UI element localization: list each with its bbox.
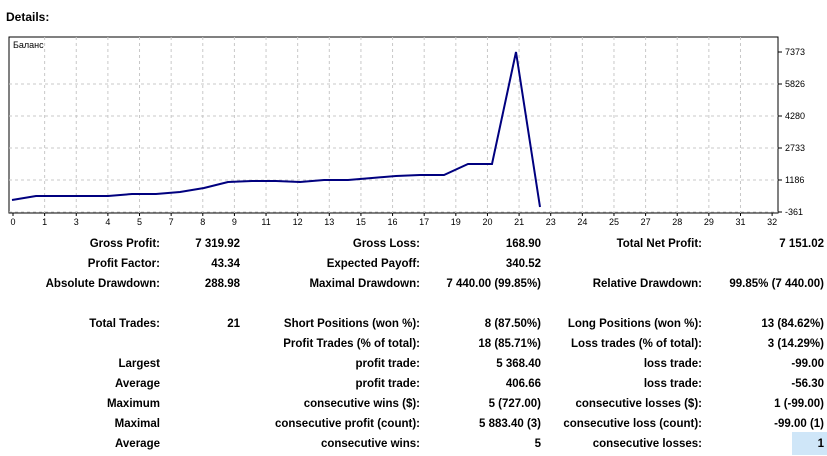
stat-value: 7 151.02: [779, 238, 824, 250]
x-tick-label: 24: [577, 217, 587, 227]
stat-value: 5 368.40: [496, 358, 541, 370]
stat-label: Maximum: [107, 398, 160, 410]
stat-label: loss trade:: [644, 378, 702, 390]
stats-row: Average consecutive wins: 5 consecutive los…: [0, 438, 827, 456]
x-tick-label: 20: [482, 217, 492, 227]
x-tick-label: 32: [767, 217, 777, 227]
stat-value: 7 440.00 (99.85%): [446, 278, 541, 290]
x-tick-label: 17: [419, 217, 429, 227]
stat-value: 340.52: [506, 258, 541, 270]
legend-label: Баланс: [13, 40, 44, 50]
stat-value: 99.85% (7 440.00): [729, 278, 824, 290]
stat-label: Total Trades:: [89, 318, 160, 330]
stat-value: -99.00: [791, 358, 824, 370]
x-tick-label: 28: [672, 217, 682, 227]
stat-label: consecutive losses:: [593, 438, 702, 450]
balance-chart: 73735826428027331186-3610134578911121315…: [0, 30, 827, 230]
stat-label: Average: [115, 438, 160, 450]
x-tick-label: 3: [74, 217, 79, 227]
stat-value: 5: [535, 438, 541, 450]
x-tick-label: 19: [451, 217, 461, 227]
stat-label: Absolute Drawdown:: [46, 278, 160, 290]
stat-label: Long Positions (won %):: [568, 318, 702, 330]
x-tick-label: 13: [324, 217, 334, 227]
stats-row: Average profit trade: 406.66 loss trade: -56…: [0, 378, 827, 396]
stat-label: profit trade:: [355, 378, 420, 390]
x-tick-label: 15: [356, 217, 366, 227]
stats-row: Absolute Drawdown: 288.98 Maximal Drawdown…: [0, 278, 827, 296]
stats-row: Profit Factor: 43.34 Expected Payoff: 340.5…: [0, 258, 827, 276]
stat-value: -56.30: [791, 378, 824, 390]
stats-row: Maximal consecutive profit (count): 5 883.…: [0, 418, 827, 436]
x-tick-label: 1: [42, 217, 47, 227]
y-tick-label: 5826: [785, 79, 805, 89]
stat-label: Expected Payoff:: [327, 258, 420, 270]
stat-label: Maximal Drawdown:: [309, 278, 420, 290]
x-tick-label: 7: [169, 217, 174, 227]
x-tick-label: 31: [735, 217, 745, 227]
x-tick-label: 25: [609, 217, 619, 227]
stat-label: Gross Loss:: [353, 238, 420, 250]
stat-value: 288.98: [205, 278, 240, 290]
stat-value: 3 (14.29%): [768, 338, 824, 350]
y-tick-label: 1186: [785, 175, 804, 185]
x-tick-label: 21: [514, 217, 524, 227]
stat-value: 7 319.92: [195, 238, 240, 250]
stat-label: consecutive wins ($):: [304, 398, 420, 410]
x-tick-label: 23: [546, 217, 556, 227]
stat-value: 1 (-99.00): [774, 398, 824, 410]
stat-value: 18 (85.71%): [478, 338, 541, 350]
stats-row: Gross Profit: 7 319.92 Gross Loss: 168.90 To…: [0, 238, 827, 256]
stat-label: consecutive wins:: [321, 438, 420, 450]
stat-label: Loss trades (% of total):: [571, 338, 702, 350]
stat-label: Relative Drawdown:: [593, 278, 702, 290]
stat-label: Profit Factor:: [88, 258, 160, 270]
stat-label: Profit Trades (% of total):: [283, 338, 420, 350]
stat-value: 8 (87.50%): [485, 318, 541, 330]
stat-label: Maximal: [115, 418, 160, 430]
stat-value: 5 (727.00): [489, 398, 541, 410]
stat-value: 168.90: [506, 238, 541, 250]
stat-label: Average: [115, 378, 160, 390]
stats-row: Largest profit trade: 5 368.40 loss trade: -…: [0, 358, 827, 376]
y-tick-label: 7373: [785, 47, 805, 57]
x-tick-label: 8: [200, 217, 205, 227]
stat-label: Total Net Profit:: [617, 238, 702, 250]
stat-value: 5 883.40 (3): [479, 418, 541, 430]
x-tick-label: 5: [137, 217, 142, 227]
x-tick-label: 0: [10, 217, 15, 227]
stat-value: 43.34: [211, 258, 240, 270]
x-tick-label: 12: [293, 217, 303, 227]
x-tick-label: 11: [261, 217, 270, 227]
stat-label: profit trade:: [355, 358, 420, 370]
details-heading: Details:: [6, 10, 49, 24]
stats-row: Total Trades: 21 Short Positions (won %): 8…: [0, 318, 827, 336]
x-tick-label: 29: [704, 217, 714, 227]
stat-label: consecutive losses ($):: [575, 398, 702, 410]
stat-value: 13 (84.62%): [761, 318, 824, 330]
stats-row: Maximum consecutive wins ($): 5 (727.00) co…: [0, 398, 827, 416]
y-tick-label: -361: [785, 207, 803, 217]
y-tick-label: 2733: [785, 143, 805, 153]
plot-area: [9, 37, 778, 213]
x-tick-label: 16: [388, 217, 398, 227]
stat-label: consecutive profit (count):: [275, 418, 420, 430]
x-tick-label: 4: [105, 217, 110, 227]
stat-label: Short Positions (won %):: [284, 318, 420, 330]
stats-row: Profit Trades (% of total): 18 (85.71%) Lo…: [0, 338, 827, 356]
stat-value: 1: [818, 438, 824, 450]
stat-label: Gross Profit:: [90, 238, 160, 250]
stat-value: -99.00 (1): [774, 418, 824, 430]
stat-value: 21: [227, 318, 240, 330]
x-tick-label: 9: [232, 217, 237, 227]
stat-label: Largest: [118, 358, 160, 370]
y-tick-label: 4280: [785, 111, 805, 121]
stat-label: loss trade:: [644, 358, 702, 370]
stat-value: 406.66: [506, 378, 541, 390]
x-tick-label: 27: [641, 217, 651, 227]
stat-label: consecutive loss (count):: [563, 418, 702, 430]
